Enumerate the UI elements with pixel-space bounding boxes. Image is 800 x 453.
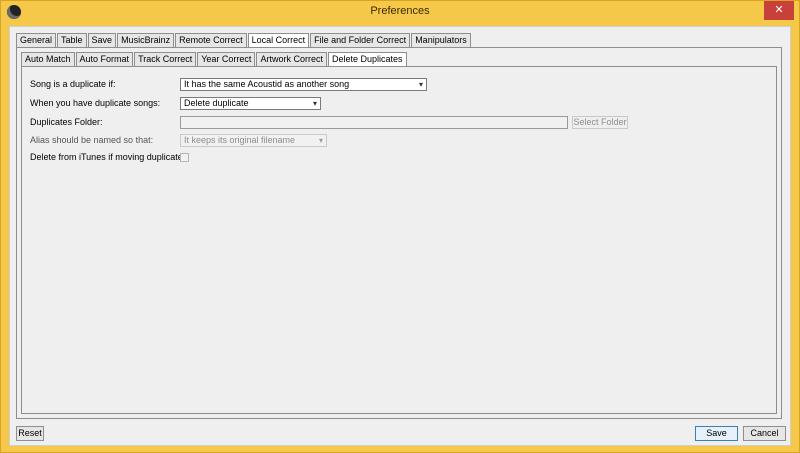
tab-year-correct[interactable]: Year Correct [197,52,256,66]
cancel-button[interactable]: Cancel [743,426,786,441]
tab-save[interactable]: Save [87,33,117,47]
outer-tab-strip: General Table Save MusicBrainz Remote Co… [16,33,472,48]
duplicates-folder-field[interactable] [180,116,568,129]
tab-musicbrainz[interactable]: MusicBrainz [117,33,175,47]
save-button[interactable]: Save [695,426,738,441]
select-folder-button[interactable]: Select Folder [572,116,628,129]
close-button[interactable]: ✕ [764,1,794,20]
alias-value: It keeps its original filename [184,135,296,145]
chevron-down-icon: ▾ [318,136,323,145]
tab-track-correct[interactable]: Track Correct [134,52,197,66]
tab-manipulators[interactable]: Manipulators [411,33,471,47]
duplicates-folder-label: Duplicates Folder: [30,117,103,127]
close-icon: ✕ [774,4,784,16]
alias-label: Alias should be named so that: [30,135,154,145]
duplicate-if-value: It has the same Acoustid as another song [184,79,350,89]
itunes-label: Delete from iTunes if moving duplicates: [30,152,190,162]
duplicate-if-label: Song is a duplicate if: [30,79,116,89]
alias-select[interactable]: It keeps its original filename ▾ [180,134,327,147]
tab-auto-match[interactable]: Auto Match [21,52,75,66]
delete-duplicates-panel: Song is a duplicate if: It has the same … [21,66,777,414]
local-correct-panel: Auto Match Auto Format Track Correct Yea… [16,47,782,419]
tab-general[interactable]: General [16,33,57,47]
tab-file-and-folder-correct[interactable]: File and Folder Correct [310,33,411,47]
window-title: Preferences [370,5,430,17]
tab-auto-format[interactable]: Auto Format [75,52,134,66]
when-duplicates-select[interactable]: Delete duplicate ▾ [180,97,321,110]
chevron-down-icon: ▾ [418,80,423,89]
tab-delete-duplicates[interactable]: Delete Duplicates [327,52,407,67]
preferences-window: Preferences ✕ General Table Save MusicBr… [0,0,800,453]
duplicate-if-select[interactable]: It has the same Acoustid as another song… [180,78,427,91]
when-duplicates-value: Delete duplicate [184,98,249,108]
preferences-content: General Table Save MusicBrainz Remote Co… [9,26,791,446]
reset-button[interactable]: Reset [16,426,44,441]
itunes-delete-checkbox[interactable] [180,153,189,162]
tab-local-correct[interactable]: Local Correct [247,33,310,48]
inner-tab-strip: Auto Match Auto Format Track Correct Yea… [21,52,408,67]
when-duplicates-label: When you have duplicate songs: [30,98,161,108]
tab-table[interactable]: Table [57,33,87,47]
tab-remote-correct[interactable]: Remote Correct [175,33,247,47]
chevron-down-icon: ▾ [312,99,317,108]
title-bar[interactable]: Preferences ✕ [1,1,799,23]
tab-artwork-correct[interactable]: Artwork Correct [256,52,327,66]
